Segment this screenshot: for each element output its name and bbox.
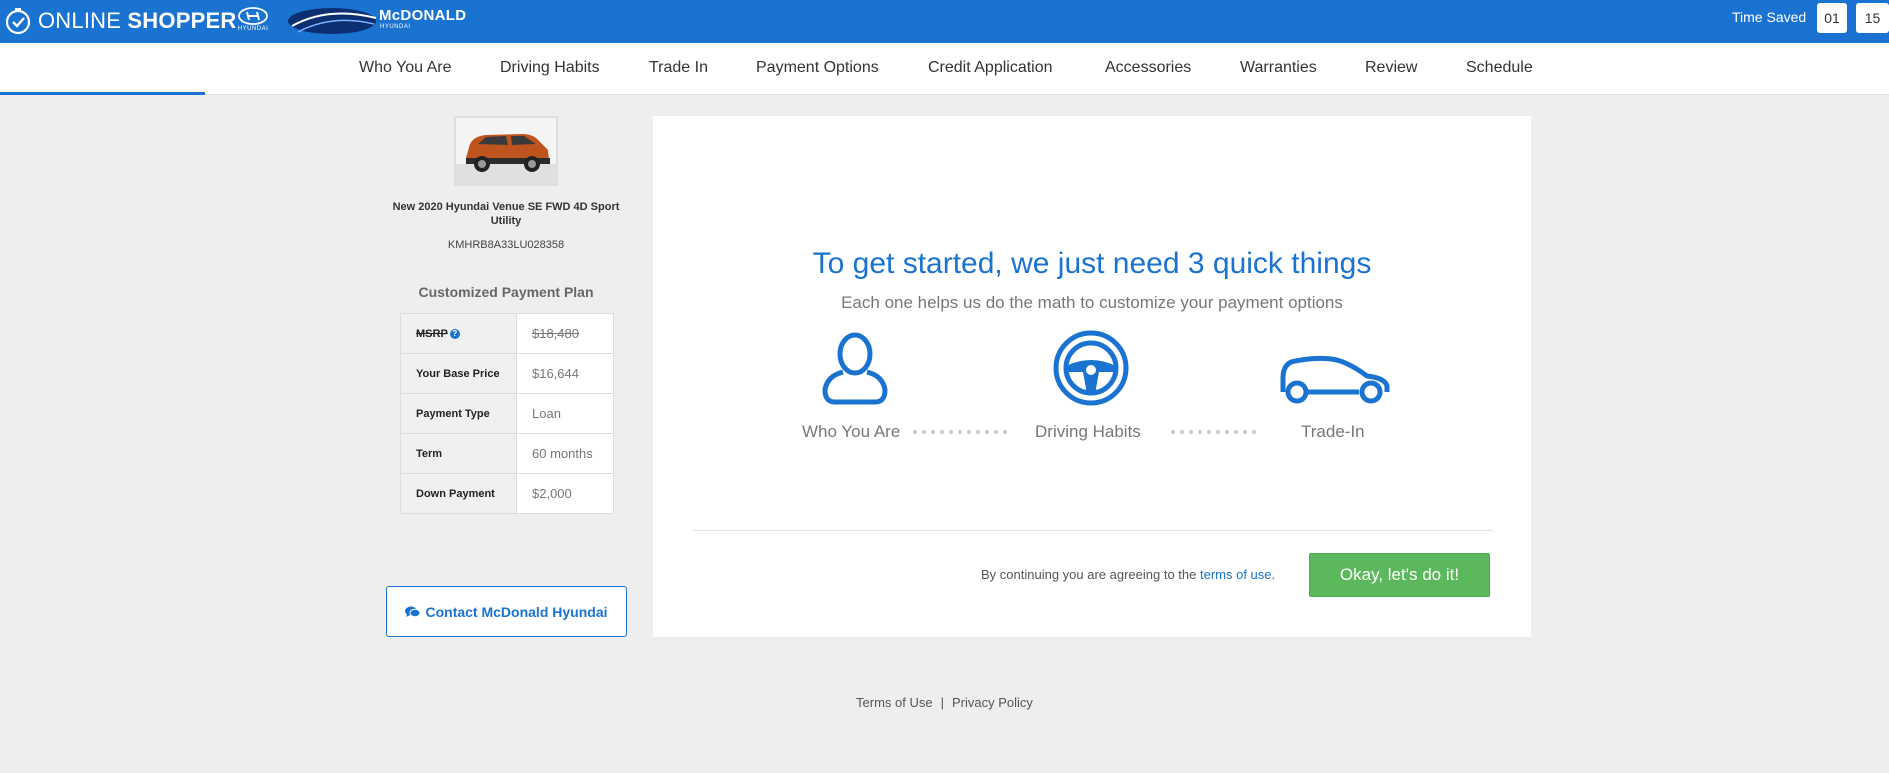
nav-warranties[interactable]: Warranties xyxy=(1240,59,1317,77)
nav-who-you-are[interactable]: Who You Are xyxy=(359,59,452,77)
car-icon xyxy=(1280,355,1390,404)
msrp-value: $18,480 xyxy=(516,313,614,354)
term-value: 60 months xyxy=(516,433,614,474)
nav-driving-habits[interactable]: Driving Habits xyxy=(500,59,600,77)
contact-button-label: Contact McDonald Hyundai xyxy=(425,603,608,620)
table-row: Payment Type Loan xyxy=(400,393,614,434)
msrp-label: MSRP? xyxy=(400,313,517,354)
nav-credit-application[interactable]: Credit Application xyxy=(928,59,1053,77)
down-payment-value: $2,000 xyxy=(516,473,614,514)
hyundai-wordmark: HYUNDAI xyxy=(237,26,269,32)
down-payment-label: Down Payment xyxy=(400,473,517,514)
nav-review[interactable]: Review xyxy=(1365,59,1417,77)
terms-of-use-link[interactable]: terms of use xyxy=(1200,567,1272,582)
hyundai-emblem-icon xyxy=(238,7,268,25)
nav-payment-options[interactable]: Payment Options xyxy=(756,59,879,77)
lets-do-it-button[interactable]: Okay, let's do it! xyxy=(1309,553,1490,597)
step-connector-dots xyxy=(913,430,1007,436)
step-label-driving-habits: Driving Habits xyxy=(1035,422,1141,441)
suv-image xyxy=(456,118,556,184)
time-minutes: 01 xyxy=(1817,3,1847,33)
step-connector-dots xyxy=(1171,430,1256,436)
payment-type-value: Loan xyxy=(516,393,614,434)
payment-plan-table: MSRP? $18,480 Your Base Price $16,644 Pa… xyxy=(400,313,614,514)
payment-type-label: Payment Type xyxy=(400,393,517,434)
brand-name: ONLINE SHOPPER xyxy=(38,8,237,33)
table-row: Your Base Price $16,644 xyxy=(400,353,614,394)
payment-plan-title: Customized Payment Plan xyxy=(418,284,594,300)
divider xyxy=(693,530,1493,531)
intro-headline: To get started, we just need 3 quick thi… xyxy=(812,247,1372,280)
table-row: Down Payment $2,000 xyxy=(400,473,614,514)
base-price-label: Your Base Price xyxy=(400,353,517,394)
getting-started-card: To get started, we just need 3 quick thi… xyxy=(653,116,1531,637)
footer-privacy-link[interactable]: Privacy Policy xyxy=(952,695,1033,710)
table-row: Term 60 months xyxy=(400,433,614,474)
help-icon[interactable]: ? xyxy=(449,328,460,339)
steering-wheel-icon xyxy=(1053,330,1129,406)
vehicle-title: New 2020 Hyundai Venue SE FWD 4D Sport U… xyxy=(392,201,620,227)
clock-check-icon xyxy=(5,8,31,35)
footer: Terms of Use | Privacy Policy xyxy=(0,695,1889,710)
vehicle-vin: KMHRB8A33LU028358 xyxy=(447,239,565,251)
nav-schedule[interactable]: Schedule xyxy=(1466,59,1533,77)
vehicle-photo[interactable] xyxy=(454,116,558,186)
contact-dealer-button[interactable]: Contact McDonald Hyundai xyxy=(386,586,627,637)
terms-agreement: By continuing you are agreeing to the te… xyxy=(981,567,1276,582)
progress-indicator xyxy=(0,92,205,95)
person-icon xyxy=(822,332,888,405)
time-seconds: 15 xyxy=(1856,3,1889,33)
time-saved-label: Time Saved xyxy=(1732,9,1807,25)
dealer-name[interactable]: McDONALD xyxy=(379,7,466,24)
footer-terms-link[interactable]: Terms of Use xyxy=(856,695,933,710)
online-shopper-logo[interactable]: ONLINE SHOPPER xyxy=(4,6,236,36)
chat-bubbles-icon xyxy=(405,606,421,617)
intro-subline: Each one helps us do the math to customi… xyxy=(841,293,1343,312)
nav-accessories[interactable]: Accessories xyxy=(1105,59,1191,77)
base-price-value: $16,644 xyxy=(516,353,614,394)
table-row: MSRP? $18,480 xyxy=(400,313,614,354)
nav-trade-in[interactable]: Trade In xyxy=(649,59,708,77)
footer-separator: | xyxy=(940,695,945,710)
top-header: ONLINE SHOPPER HYUNDAI McDONALD HYUNDAI … xyxy=(0,0,1889,43)
step-label-who-you-are: Who You Are xyxy=(802,422,901,441)
step-label-trade-in: Trade-In xyxy=(1301,422,1365,441)
term-label: Term xyxy=(400,433,517,474)
dealer-subtitle: HYUNDAI xyxy=(380,24,411,30)
hyundai-logo: HYUNDAI xyxy=(234,7,272,35)
step-navigation: Who You Are Driving Habits Trade In Paym… xyxy=(0,43,1889,95)
